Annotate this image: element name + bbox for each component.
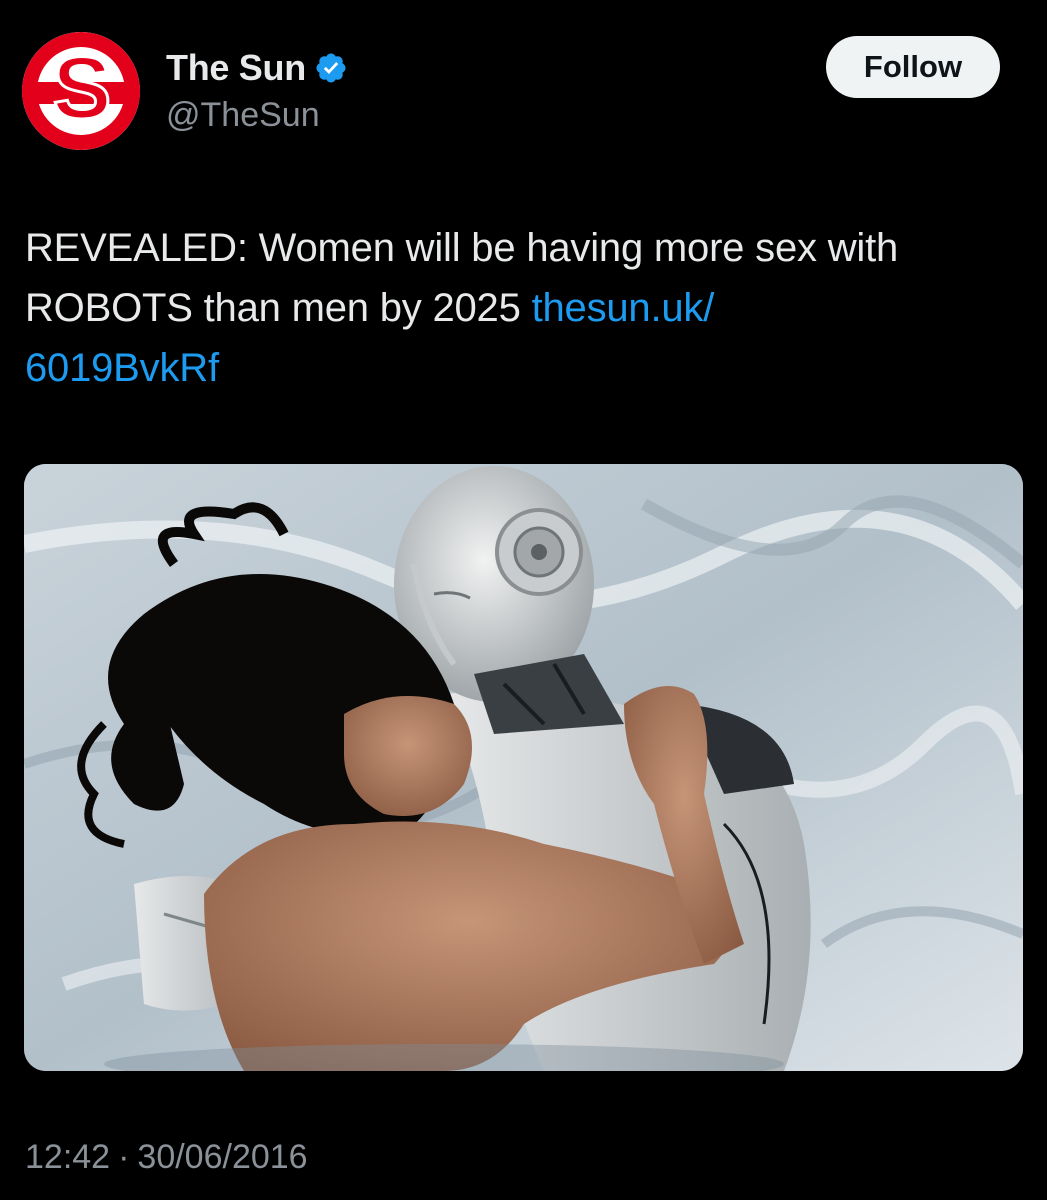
author-name-row: The Sun: [166, 46, 348, 90]
author-avatar[interactable]: S: [22, 32, 140, 150]
tweet-timestamp: 12:42 · 30/06/2016: [25, 1138, 308, 1177]
tweet-time[interactable]: 12:42: [25, 1138, 110, 1177]
tweet: S The Sun @TheSun Follow REVEALED: Women…: [0, 0, 1047, 1200]
the-sun-logo-icon: S: [22, 32, 140, 150]
author-handle[interactable]: @TheSun: [166, 96, 320, 135]
follow-button[interactable]: Follow: [826, 36, 1000, 98]
tweet-date[interactable]: 30/06/2016: [137, 1138, 307, 1177]
tweet-media-image[interactable]: [24, 464, 1023, 1071]
author-display-name[interactable]: The Sun: [166, 47, 306, 89]
tweet-text: REVEALED: Women will be having more sex …: [25, 218, 1025, 398]
tweet-body-text: REVEALED: Women will be having more sex …: [25, 226, 899, 330]
avatar-logo-letter: S: [53, 38, 112, 137]
timestamp-separator: ·: [118, 1138, 130, 1176]
photo-woman-with-robot-icon: [24, 464, 1023, 1071]
verified-badge-icon: [316, 53, 346, 83]
